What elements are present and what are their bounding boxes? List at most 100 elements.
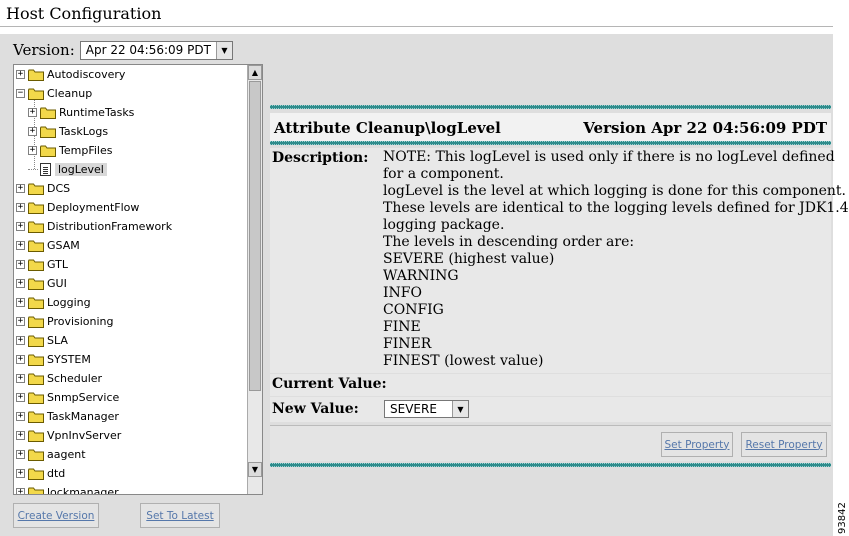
plus-box-icon[interactable]: + [16, 203, 25, 212]
tree-item-dcs[interactable]: + DCS [16, 180, 70, 197]
tree-item-gtl[interactable]: + GTL [16, 256, 68, 273]
tree-item-label: TaskManager [47, 410, 119, 423]
new-value-select[interactable]: SEVERE ▼ [384, 400, 469, 418]
tree-item-system[interactable]: + SYSTEM [16, 351, 91, 368]
tree-item-label: lockmanager [47, 486, 119, 494]
tree-item-label: GTL [47, 258, 68, 271]
plus-box-icon[interactable]: + [16, 336, 25, 345]
tree-item-cleanup[interactable]: − Cleanup [16, 85, 92, 102]
folder-icon [28, 316, 44, 328]
description-line: These levels are identical to the loggin… [383, 200, 849, 216]
header-divider [270, 141, 831, 145]
tree-item-tasklogs[interactable]: + TaskLogs [28, 123, 108, 140]
plus-box-icon[interactable]: + [16, 355, 25, 364]
tree-item-taskmanager[interactable]: + TaskManager [16, 408, 119, 425]
plus-box-icon[interactable]: + [16, 431, 25, 440]
tree-item-distributionframework[interactable]: + DistributionFramework [16, 218, 172, 235]
folder-icon [28, 354, 44, 366]
attribute-title: Attribute Cleanup\logLevel [274, 119, 501, 137]
tree-item-snmpservice[interactable]: + SnmpService [16, 389, 119, 406]
reset-property-button[interactable]: Reset Property [741, 432, 827, 457]
plus-box-icon[interactable]: + [16, 222, 25, 231]
tree-item-label: GUI [47, 277, 67, 290]
plus-box-icon[interactable]: + [28, 146, 37, 155]
tree-item-lockmanager[interactable]: + lockmanager [16, 484, 119, 494]
plus-box-icon[interactable]: + [16, 298, 25, 307]
chevron-down-icon[interactable]: ▼ [215, 41, 232, 59]
new-value-select-value: SEVERE [390, 402, 437, 416]
tree-item-label: aagent [47, 448, 86, 461]
create-version-button[interactable]: Create Version [13, 503, 99, 528]
tree-item-label: Cleanup [47, 87, 93, 100]
plus-box-icon[interactable]: + [16, 184, 25, 193]
scroll-up-icon[interactable]: ▲ [248, 65, 262, 80]
folder-icon [28, 240, 44, 252]
attribute-panel: Attribute Cleanup\logLevel Version Apr 2… [270, 105, 849, 470]
tree-item-label: SYSTEM [47, 353, 91, 366]
page-title: Host Configuration [0, 0, 833, 27]
set-property-button[interactable]: Set Property [661, 432, 733, 457]
plus-box-icon[interactable]: + [28, 127, 37, 136]
folder-icon [28, 373, 44, 385]
tree-item-vpninvserver[interactable]: + VpnInvServer [16, 427, 121, 444]
plus-box-icon[interactable]: + [16, 241, 25, 250]
description-label: Description: [272, 150, 369, 166]
plus-box-icon[interactable]: + [16, 412, 25, 421]
tree-scrollbar[interactable]: ▲ ▼ [247, 65, 262, 494]
scroll-thumb[interactable] [249, 81, 261, 391]
plus-box-icon[interactable]: + [16, 70, 25, 79]
set-to-latest-button[interactable]: Set To Latest [140, 503, 220, 528]
scroll-down-icon[interactable]: ▼ [248, 462, 262, 477]
attribute-header: Attribute Cleanup\logLevel Version Apr 2… [270, 113, 831, 143]
attribute-version: Version Apr 22 04:56:09 PDT [583, 119, 827, 137]
minus-box-icon[interactable]: − [16, 89, 25, 98]
plus-box-icon[interactable]: + [16, 450, 25, 459]
description-line: for a component. [383, 166, 504, 182]
new-value-row: New Value: SEVERE ▼ [270, 397, 831, 422]
description-line: CONFIG [383, 302, 444, 318]
version-select-value: Apr 22 04:56:09 PDT [85, 43, 211, 57]
tree-item-label: logLevel [55, 163, 107, 176]
bottom-divider [270, 463, 831, 467]
plus-box-icon[interactable]: + [16, 488, 25, 494]
tree-item-aagent[interactable]: + aagent [16, 446, 86, 463]
plus-box-icon[interactable]: + [16, 260, 25, 269]
plus-box-icon[interactable]: + [16, 469, 25, 478]
tree-item-sla[interactable]: + SLA [16, 332, 68, 349]
plus-box-icon[interactable]: + [16, 374, 25, 383]
description-line: SEVERE (highest value) [383, 251, 555, 267]
folder-icon [40, 107, 56, 119]
tree-item-tempfiles[interactable]: + TempFiles [28, 142, 112, 159]
current-value-row: Current Value: [270, 374, 831, 396]
tree-item-runtimetasks[interactable]: + RuntimeTasks [28, 104, 134, 121]
description-line: NOTE: This logLevel is used only if ther… [383, 149, 835, 165]
tree-item-label: Scheduler [47, 372, 103, 385]
description-line: logging package. [383, 217, 505, 233]
tree-item-scheduler[interactable]: + Scheduler [16, 370, 102, 387]
tree-item-label: SnmpService [47, 391, 120, 404]
tree-item-label: DistributionFramework [47, 220, 173, 233]
tree-item-dtd[interactable]: + dtd [16, 465, 65, 482]
description-line: INFO [383, 285, 422, 301]
plus-box-icon[interactable]: + [28, 108, 37, 117]
tree-item-logging[interactable]: + Logging [16, 294, 91, 311]
tree-item-provisioning[interactable]: + Provisioning [16, 313, 114, 330]
tree-item-gsam[interactable]: + GSAM [16, 237, 80, 254]
tree-item-deploymentflow[interactable]: + DeploymentFlow [16, 199, 139, 216]
plus-box-icon[interactable]: + [16, 317, 25, 326]
folder-icon [28, 278, 44, 290]
description-line: WARNING [383, 268, 459, 284]
description-line: FINER [383, 336, 432, 352]
tree-item-autodiscovery[interactable]: + Autodiscovery [16, 66, 125, 83]
tree-item-label: Logging [47, 296, 91, 309]
version-select[interactable]: Apr 22 04:56:09 PDT ▼ [79, 40, 233, 60]
plus-box-icon[interactable]: + [16, 279, 25, 288]
figure-number: 93842 [837, 502, 848, 534]
folder-icon [40, 126, 56, 138]
top-divider [270, 105, 831, 109]
tree-item-gui[interactable]: + GUI [16, 275, 67, 292]
chevron-down-icon[interactable]: ▼ [452, 401, 468, 417]
tree-item-label: DeploymentFlow [47, 201, 140, 214]
plus-box-icon[interactable]: + [16, 393, 25, 402]
tree-item-loglevel[interactable]: logLevel [28, 161, 107, 178]
